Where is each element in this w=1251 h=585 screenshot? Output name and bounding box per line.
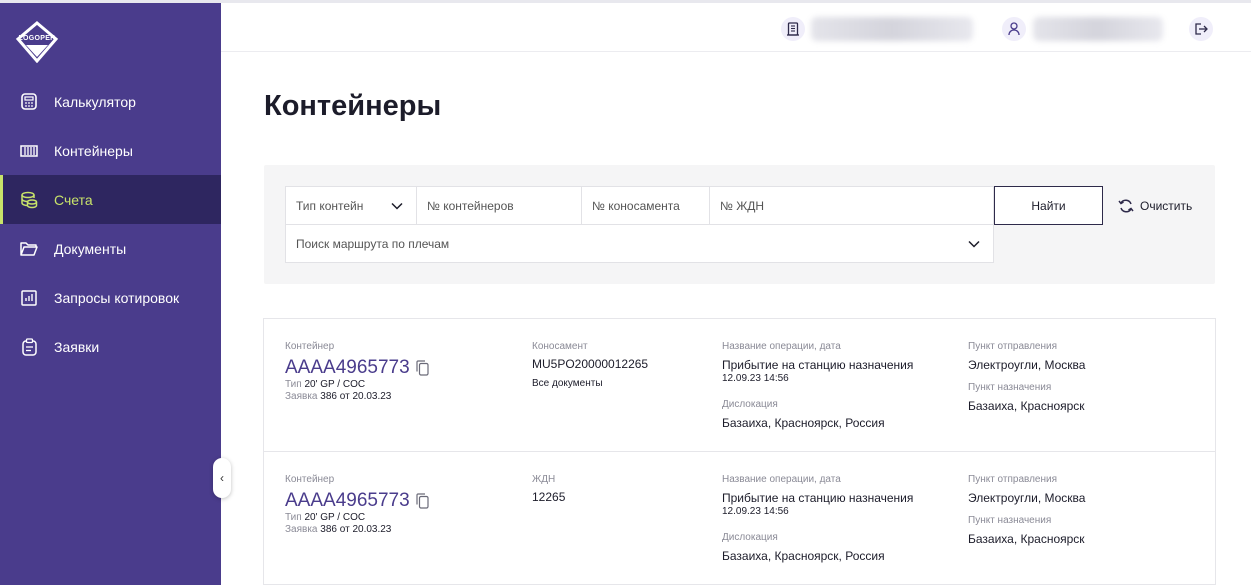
destination-value: Базаиха, Красноярск — [968, 399, 1085, 413]
container-number[interactable]: AAAA4965773 — [285, 490, 429, 512]
route-search-value: Поиск маршрута по плечам — [296, 236, 450, 251]
find-button[interactable]: Найти — [994, 186, 1103, 225]
sidebar-item-documents[interactable]: Документы — [0, 224, 221, 273]
sidebar-item-calculator[interactable]: Калькулятор — [0, 77, 221, 126]
container-number[interactable]: AAAA4965773 — [285, 357, 429, 379]
location-value: Базаиха, Красноярск, Россия — [722, 416, 885, 430]
rail-waybill-input[interactable] — [720, 198, 993, 213]
user-icon[interactable] — [1002, 17, 1026, 41]
sidebar-item-containers[interactable]: Контейнеры — [0, 126, 221, 175]
document-column: Коносамент MU5PO20000012265 Все документ… — [532, 341, 648, 389]
container-label: Контейнер — [285, 474, 335, 485]
company-name-redacted[interactable] — [811, 17, 973, 41]
sidebar: LOGOPER Калькулятор Контейнеры Счета Док… — [0, 0, 221, 585]
operation-label: Название операции, дата — [722, 474, 841, 485]
sidebar-item-label: Калькулятор — [54, 93, 136, 110]
route-search-select[interactable]: Поиск маршрута по плечам — [285, 224, 994, 263]
logout-icon[interactable] — [1189, 17, 1213, 41]
container-list: Контейнер AAAA4965773 Тип 20' GP / COC З… — [263, 318, 1216, 585]
location-label: Дислокация — [722, 399, 778, 410]
calculator-icon — [20, 93, 38, 111]
chart-icon — [20, 289, 38, 307]
coins-icon — [20, 191, 38, 209]
chevron-down-icon — [968, 240, 980, 248]
copy-icon[interactable] — [416, 493, 429, 509]
clear-label: Очистить — [1140, 198, 1193, 213]
clipboard-icon — [20, 337, 38, 356]
rail-waybill-input-wrapper — [709, 186, 994, 225]
top-bar — [221, 0, 1251, 52]
document-label: ЖДН — [532, 474, 556, 485]
chevron-left-icon: ‹ — [220, 471, 224, 485]
document-value: MU5PO20000012265 — [532, 357, 649, 371]
container-number-text: AAAA4965773 — [285, 490, 410, 511]
origin-value: Электроугли, Москва — [968, 358, 1086, 372]
refresh-icon — [1118, 198, 1134, 213]
user-name-redacted[interactable] — [1033, 17, 1163, 41]
bill-of-lading-input[interactable] — [592, 198, 709, 213]
sidebar-item-label: Запросы котировок — [54, 289, 180, 306]
clear-button[interactable]: Очистить — [1118, 186, 1192, 225]
origin-value: Электроугли, Москва — [968, 491, 1086, 505]
logoper-logo[interactable]: LOGOPER — [14, 21, 60, 63]
container-type-select[interactable]: Тип контейн — [285, 186, 417, 225]
operation-date: 12.09.23 14:56 — [722, 506, 789, 517]
copy-icon[interactable] — [416, 360, 429, 376]
destination-value: Базаиха, Красноярск — [968, 532, 1085, 546]
filter-panel: Тип контейн Найти Очистить Поиск маршрут… — [264, 165, 1215, 284]
sidebar-item-invoices[interactable]: Счета — [0, 175, 221, 224]
chevron-down-icon — [391, 202, 403, 210]
destination-label: Пункт назначения — [968, 382, 1052, 393]
route-column: Пункт отправления Электроугли, Москва Пу… — [968, 341, 1085, 414]
origin-label: Пункт отправления — [968, 474, 1058, 485]
location-value: Базаиха, Красноярск, Россия — [722, 549, 885, 563]
sidebar-nav: Калькулятор Контейнеры Счета Документы З… — [0, 77, 221, 371]
folder-icon — [20, 240, 38, 258]
page-title: Контейнеры — [264, 90, 442, 122]
operation-value: Прибытие на станцию назначения — [722, 358, 914, 372]
operation-date: 12.09.23 14:56 — [722, 373, 789, 384]
all-documents-link[interactable]: Все документы — [532, 378, 648, 389]
container-card[interactable]: Контейнер AAAA4965773 Тип 20' GP / COC З… — [263, 318, 1216, 452]
operation-column: Название операции, дата Прибытие на стан… — [722, 341, 913, 431]
operation-column: Название операции, дата Прибытие на стан… — [722, 474, 913, 564]
sidebar-item-orders[interactable]: Заявки — [0, 322, 221, 371]
sidebar-item-label: Документы — [54, 240, 127, 257]
container-column: Контейнер AAAA4965773 Тип 20' GP / COC З… — [285, 474, 429, 536]
operation-value: Прибытие на станцию назначения — [722, 491, 914, 505]
sidebar-item-quote-requests[interactable]: Запросы котировок — [0, 273, 221, 322]
operation-label: Название операции, дата — [722, 341, 841, 352]
origin-label: Пункт отправления — [968, 341, 1058, 352]
container-label: Контейнер — [285, 341, 335, 352]
container-number-text: AAAA4965773 — [285, 357, 410, 378]
container-order: Заявка 386 от 20.03.23 — [285, 524, 392, 535]
location-label: Дислокация — [722, 532, 778, 543]
destination-label: Пункт назначения — [968, 515, 1052, 526]
route-column: Пункт отправления Электроугли, Москва Пу… — [968, 474, 1085, 547]
containers-input[interactable] — [427, 198, 581, 213]
building-icon[interactable] — [781, 17, 805, 41]
document-label: Коносамент — [532, 341, 588, 352]
container-type: Тип 20' GP / COC — [285, 379, 366, 390]
logo-text: LOGOPER — [18, 35, 56, 42]
container-icon — [20, 142, 38, 160]
container-order: Заявка 386 от 20.03.23 — [285, 391, 392, 402]
document-column: ЖДН 12265 — [532, 474, 565, 505]
document-value: 12265 — [532, 490, 566, 504]
sidebar-collapse-button[interactable]: ‹ — [213, 458, 231, 498]
container-type-value: Тип контейн — [296, 198, 364, 213]
container-card[interactable]: Контейнер AAAA4965773 Тип 20' GP / COC З… — [263, 452, 1216, 585]
bill-of-lading-input-wrapper — [581, 186, 710, 225]
sidebar-item-label: Счета — [54, 191, 93, 208]
container-type: Тип 20' GP / COC — [285, 512, 366, 523]
containers-input-wrapper — [416, 186, 582, 225]
sidebar-item-label: Заявки — [54, 338, 100, 355]
sidebar-item-label: Контейнеры — [54, 142, 133, 159]
container-column: Контейнер AAAA4965773 Тип 20' GP / COC З… — [285, 341, 429, 403]
